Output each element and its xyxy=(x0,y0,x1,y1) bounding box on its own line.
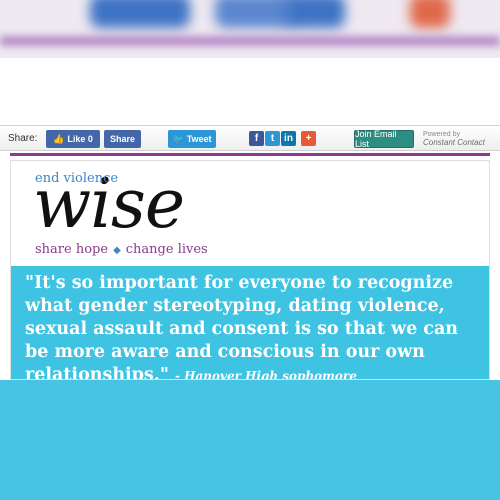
diamond-icon: ◆ xyxy=(113,245,121,256)
blurred-button xyxy=(90,0,190,28)
tweet-button[interactable]: 🐦 Tweet xyxy=(168,130,216,148)
blurred-footer xyxy=(0,380,500,500)
email-button-label: Join Email List xyxy=(355,129,397,149)
quote-text: "It's so important for everyone to recog… xyxy=(25,272,480,379)
facebook-icon[interactable]: f xyxy=(249,131,264,146)
logo-tagline-bottom: share hope ◆ change lives xyxy=(35,242,208,257)
thumbs-up-icon: 👍 xyxy=(53,133,65,144)
blurred-button xyxy=(410,0,450,28)
quote-attribution: - Hanover High sophomore xyxy=(175,369,357,379)
logo-share-hope: share hope xyxy=(35,242,109,257)
twitter-bird-icon: 🐦 xyxy=(172,133,184,144)
powered-by-constant-contact[interactable]: Powered by Constant Contact xyxy=(423,131,493,147)
share-label: Share: xyxy=(8,133,38,144)
like-button-label: Like 0 xyxy=(67,134,93,144)
quote-body: "It's so important for everyone to recog… xyxy=(25,273,459,379)
share-button-label: Share xyxy=(109,134,135,144)
newsletter-card: wise end violence share hope ◆ change live… xyxy=(10,160,490,380)
share-bar: Share: 👍 Like 0 Share 🐦 Tweet f t in + J… xyxy=(0,125,500,151)
join-email-list-button[interactable]: Join Email List xyxy=(354,129,414,149)
purple-divider xyxy=(10,153,490,156)
blurred-divider xyxy=(0,36,500,46)
facebook-share-button[interactable]: Share xyxy=(104,130,141,148)
twitter-icon[interactable]: t xyxy=(265,131,280,146)
tweet-button-label: Tweet xyxy=(186,134,212,144)
logo-tagline-top: end violence xyxy=(35,171,119,186)
blurred-header xyxy=(0,0,500,58)
blurred-button xyxy=(285,0,345,28)
quote-box: "It's so important for everyone to recog… xyxy=(11,266,489,379)
plus-icon[interactable]: + xyxy=(301,131,316,146)
linkedin-icon[interactable]: in xyxy=(281,131,296,146)
facebook-like-button[interactable]: 👍 Like 0 xyxy=(46,130,100,148)
constant-contact-brand: Constant Contact xyxy=(423,138,485,147)
blurred-button xyxy=(215,0,295,28)
end-violence-wise-logo: wise end violence share hope ◆ change live… xyxy=(33,169,263,261)
logo-change-lives: change lives xyxy=(125,242,208,257)
